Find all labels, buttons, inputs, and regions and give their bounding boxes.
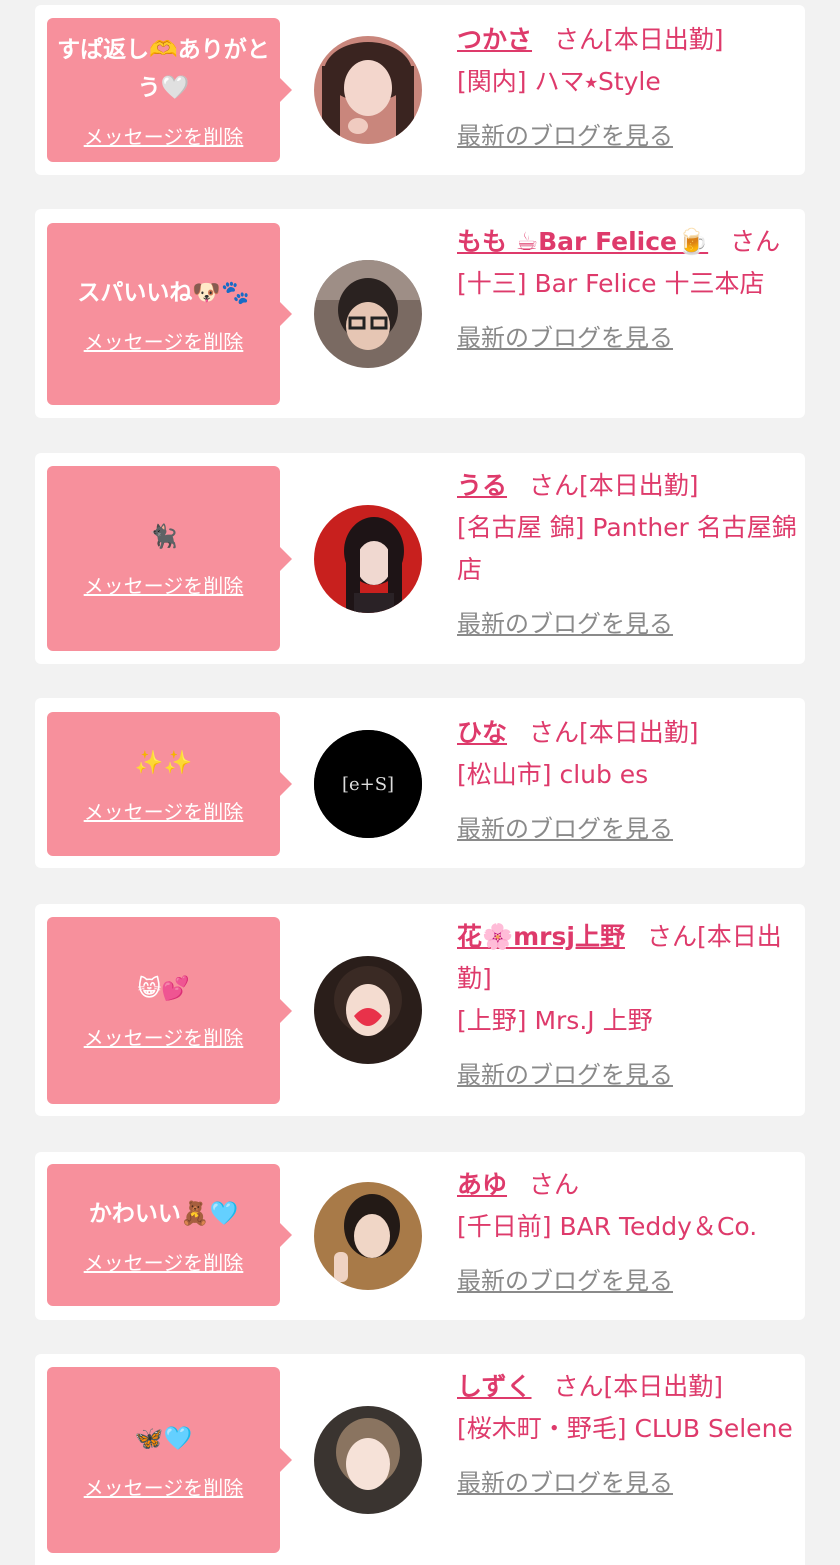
shop-label: [名古屋 錦] Panther 名古屋錦店 xyxy=(457,513,797,584)
list-item: すぱ返し🫶ありがとう🤍 メッセージを削除 つかさ さん[本日出勤] [関内] ハマ… xyxy=(35,5,805,175)
message-bubble: 🐈‍⬛ メッセージを削除 xyxy=(47,466,292,651)
list-item: 😸💕 メッセージを削除 花🌸mrsj上野 さん[本日出勤] [上野] Mrs.J … xyxy=(35,904,805,1116)
status-badge: [本日出勤] xyxy=(604,25,724,54)
message-bubble: かわいい🧸🩵 メッセージを削除 xyxy=(47,1164,292,1306)
delete-message-link[interactable]: メッセージを削除 xyxy=(84,326,244,355)
name-link[interactable]: しずく xyxy=(457,1372,532,1401)
message-bubble: 🦋🩵 メッセージを削除 xyxy=(47,1367,292,1553)
message-text: ✨✨ xyxy=(134,749,193,776)
list-item: 🦋🩵 メッセージを削除 しずく さん[本日出勤] [桜木町・野毛] CLUB Se… xyxy=(35,1354,805,1565)
blog-link[interactable]: 最新のブログを見る xyxy=(457,1260,673,1302)
honorific: さん xyxy=(646,922,697,951)
message-bubble: ✨✨ メッセージを削除 xyxy=(47,712,292,856)
delete-message-link[interactable]: メッセージを削除 xyxy=(84,1022,244,1051)
name-link[interactable]: つかさ xyxy=(457,25,532,54)
shop-label: [関内] ハマ⭑Style xyxy=(457,67,661,96)
name-link[interactable]: 花🌸mrsj上野 xyxy=(457,922,625,951)
list-item: 🐈‍⬛ メッセージを削除 うる さん[本日出勤] [名古屋 錦] Panther … xyxy=(35,453,805,664)
status-badge: [本日出勤] xyxy=(603,1372,724,1401)
honorific: さん xyxy=(529,471,580,500)
name-link[interactable]: あゆ xyxy=(457,1170,507,1199)
shop-label: [桜木町・野毛] CLUB Selene xyxy=(457,1414,793,1443)
info-block: しずく さん[本日出勤] [桜木町・野毛] CLUB Selene 最新のブログを… xyxy=(457,1366,799,1504)
avatar-logo-text: [e+S] xyxy=(342,774,394,795)
list-item: ✨✨ メッセージを削除 [e+S] ひな さん[本日出勤] [松山市] club … xyxy=(35,698,805,868)
honorific: さん xyxy=(529,718,580,747)
avatar[interactable] xyxy=(314,1406,422,1514)
avatar[interactable] xyxy=(314,36,422,144)
message-text: スパいいね🐶🐾 xyxy=(77,279,250,306)
delete-message-link[interactable]: メッセージを削除 xyxy=(84,121,244,150)
message-text: かわいい🧸🩵 xyxy=(88,1200,239,1227)
blog-link[interactable]: 最新のブログを見る xyxy=(457,808,673,850)
info-block: ひな さん[本日出勤] [松山市] club es 最新のブログを見る xyxy=(457,712,799,850)
avatar[interactable] xyxy=(314,505,422,613)
message-text: すぱ返し🫶ありがとう🤍 xyxy=(57,36,270,101)
honorific: さん xyxy=(730,227,781,256)
name-link[interactable]: もも ☕Bar Felice🍺 xyxy=(457,227,708,256)
delete-message-link[interactable]: メッセージを削除 xyxy=(84,796,244,825)
info-block: つかさ さん[本日出勤] [関内] ハマ⭑Style 最新のブログを見る xyxy=(457,19,799,157)
status-badge: [本日出勤] xyxy=(579,718,699,747)
status-badge: [本日出勤] xyxy=(579,471,699,500)
message-bubble: すぱ返し🫶ありがとう🤍 メッセージを削除 xyxy=(47,18,292,162)
message-bubble: スパいいね🐶🐾 メッセージを削除 xyxy=(47,223,292,405)
name-link[interactable]: うる xyxy=(457,471,507,500)
message-text: 🦋🩵 xyxy=(134,1425,193,1452)
info-block: うる さん[本日出勤] [名古屋 錦] Panther 名古屋錦店 最新のブログを… xyxy=(457,465,799,645)
name-link[interactable]: ひな xyxy=(457,718,507,747)
blog-link[interactable]: 最新のブログを見る xyxy=(457,603,673,645)
blog-link[interactable]: 最新のブログを見る xyxy=(457,1054,673,1096)
avatar[interactable]: [e+S] xyxy=(314,730,422,838)
info-block: もも ☕Bar Felice🍺 さん [十三] Bar Felice 十三本店 最… xyxy=(457,221,799,359)
delete-message-link[interactable]: メッセージを削除 xyxy=(84,1247,244,1276)
shop-label: [十三] Bar Felice 十三本店 xyxy=(457,269,765,298)
avatar[interactable] xyxy=(314,1182,422,1290)
blog-link[interactable]: 最新のブログを見る xyxy=(457,1462,673,1504)
list-item: かわいい🧸🩵 メッセージを削除 あゆ さん [千日前] BAR Teddy＆Co.… xyxy=(35,1152,805,1320)
delete-message-link[interactable]: メッセージを削除 xyxy=(84,1472,244,1501)
avatar[interactable] xyxy=(314,260,422,368)
shop-label: [松山市] club es xyxy=(457,760,649,789)
delete-message-link[interactable]: メッセージを削除 xyxy=(84,570,244,599)
shop-label: [千日前] BAR Teddy＆Co. xyxy=(457,1212,758,1241)
message-bubble: 😸💕 メッセージを削除 xyxy=(47,917,292,1104)
honorific: さん xyxy=(553,1372,604,1401)
info-block: あゆ さん [千日前] BAR Teddy＆Co. 最新のブログを見る xyxy=(457,1164,799,1302)
shop-label: [上野] Mrs.J 上野 xyxy=(457,1006,653,1035)
honorific: さん xyxy=(529,1170,580,1199)
blog-link[interactable]: 最新のブログを見る xyxy=(457,317,673,359)
list-item: スパいいね🐶🐾 メッセージを削除 もも ☕Bar Felice🍺 さん [十三] … xyxy=(35,209,805,418)
avatar[interactable] xyxy=(314,956,422,1064)
honorific: さん xyxy=(554,25,605,54)
info-block: 花🌸mrsj上野 さん[本日出勤] [上野] Mrs.J 上野 最新のブログを見る xyxy=(457,916,799,1096)
message-text: 🐈‍⬛ xyxy=(149,524,178,550)
blog-link[interactable]: 最新のブログを見る xyxy=(457,115,673,157)
message-text: 😸💕 xyxy=(137,976,190,1002)
